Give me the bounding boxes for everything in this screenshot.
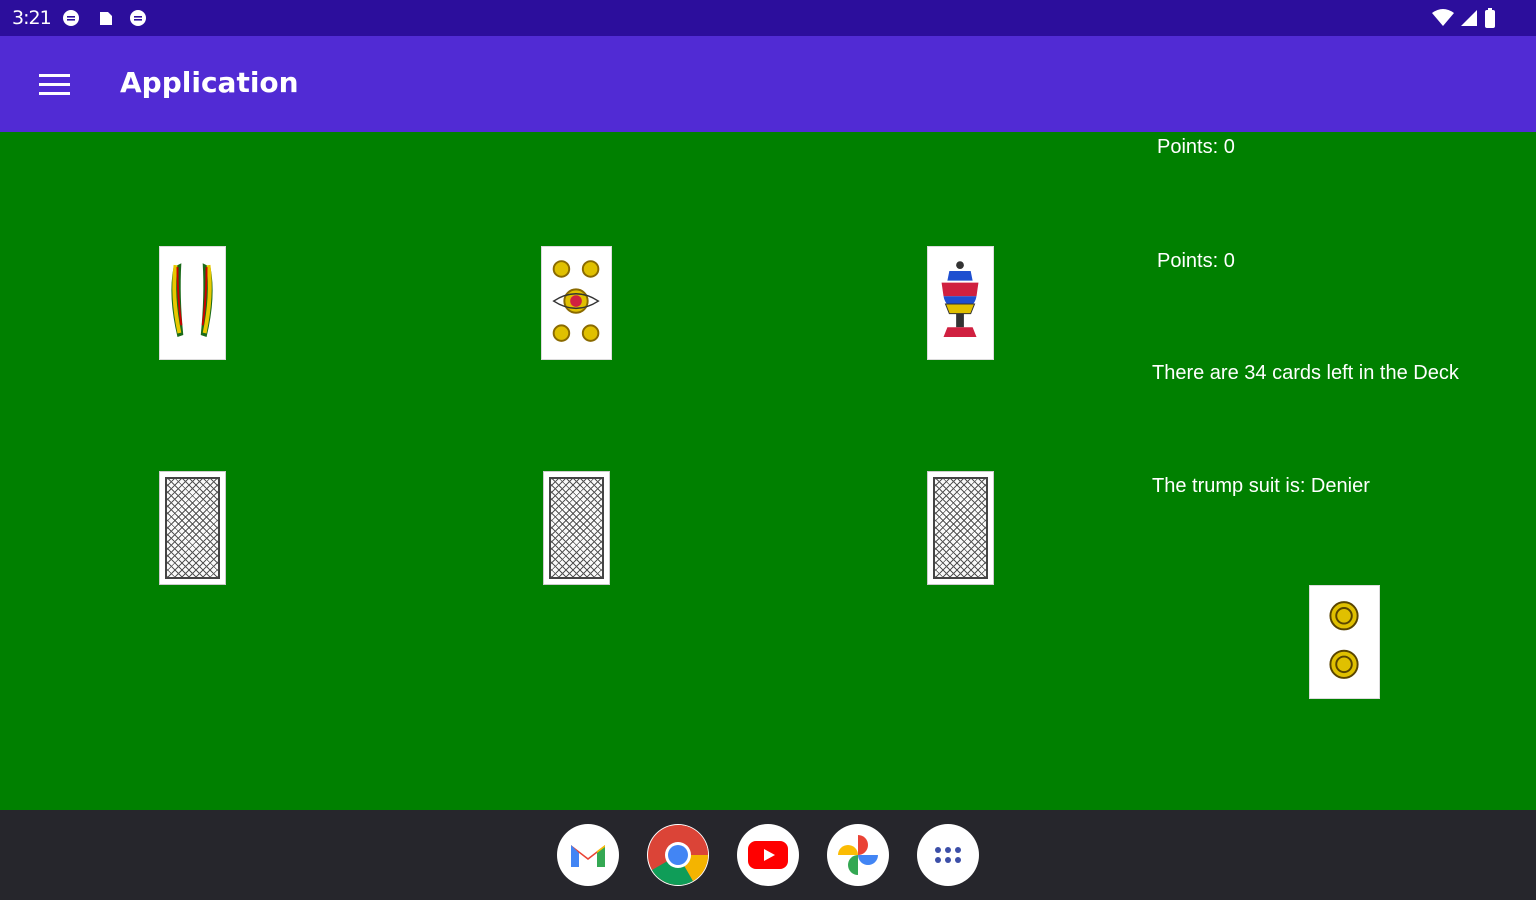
trump-card bbox=[1309, 585, 1380, 699]
notification-circle-icon bbox=[130, 10, 146, 26]
player-card-batons[interactable] bbox=[159, 246, 226, 360]
status-time: 3:21 bbox=[12, 7, 52, 29]
player-card-coupes[interactable] bbox=[927, 246, 994, 360]
wifi-icon bbox=[1432, 9, 1454, 26]
gmail-app-icon[interactable] bbox=[557, 824, 619, 886]
app-dock bbox=[0, 810, 1536, 900]
opponent-card-back bbox=[543, 471, 610, 585]
photos-app-icon[interactable] bbox=[827, 824, 889, 886]
chrome-app-icon[interactable] bbox=[647, 824, 709, 886]
opponent-points: Points: 0 bbox=[1157, 136, 1235, 158]
player-points: Points: 0 bbox=[1157, 250, 1235, 272]
trump-text: The trump suit is: Denier bbox=[1152, 475, 1370, 497]
coupes-card-icon bbox=[941, 261, 979, 337]
game-table: Points: 0 Points: 0 There are 34 cards l… bbox=[0, 132, 1536, 810]
app-bar: Application bbox=[0, 36, 1536, 132]
deniers-card-icon bbox=[552, 260, 600, 342]
status-right bbox=[1432, 8, 1496, 28]
status-bar: 3:21 bbox=[0, 0, 1536, 36]
notification-circle-icon bbox=[63, 10, 79, 26]
battery-icon bbox=[1485, 8, 1495, 28]
deniers-card-icon bbox=[1329, 601, 1359, 679]
screen: 3:21 Application Points: 0 Points: 0 The… bbox=[0, 0, 1536, 900]
opponent-card-back bbox=[159, 471, 226, 585]
sd-card-icon bbox=[100, 12, 112, 25]
opponent-card-back bbox=[927, 471, 994, 585]
app-drawer-icon[interactable] bbox=[917, 824, 979, 886]
cell-signal-icon bbox=[1461, 10, 1477, 26]
youtube-app-icon[interactable] bbox=[737, 824, 799, 886]
app-title: Application bbox=[120, 66, 299, 99]
batons-card-icon bbox=[171, 263, 213, 337]
hamburger-menu-icon[interactable] bbox=[34, 70, 76, 102]
player-card-deniers[interactable] bbox=[541, 246, 612, 360]
deck-status: There are 34 cards left in the Deck bbox=[1152, 362, 1459, 384]
